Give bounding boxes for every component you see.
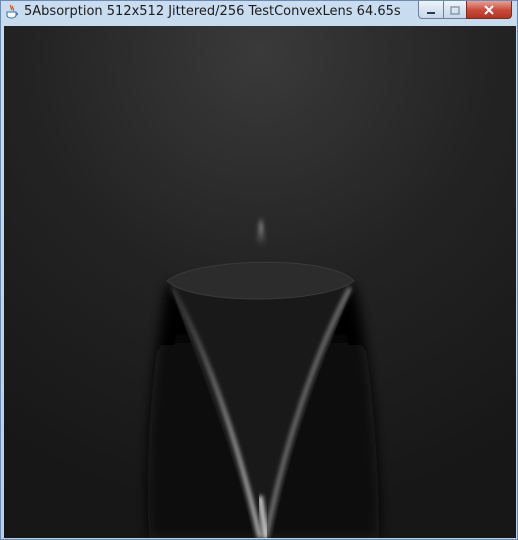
- rendered-image: [4, 26, 516, 538]
- close-icon: [483, 0, 495, 19]
- render-canvas: [4, 26, 516, 538]
- window-title: 5Absorption 512x512 Jittered/256 TestCon…: [24, 4, 401, 19]
- minimize-icon: [426, 0, 436, 19]
- java-cup-icon[interactable]: [5, 4, 19, 20]
- maximize-icon: [450, 0, 460, 19]
- app-window: 5Absorption 512x512 Jittered/256 TestCon…: [0, 0, 518, 540]
- minimize-button[interactable]: [418, 1, 444, 19]
- maximize-button[interactable]: [443, 1, 467, 19]
- title-bar[interactable]: 5Absorption 512x512 Jittered/256 TestCon…: [1, 1, 517, 23]
- close-button[interactable]: [466, 1, 512, 19]
